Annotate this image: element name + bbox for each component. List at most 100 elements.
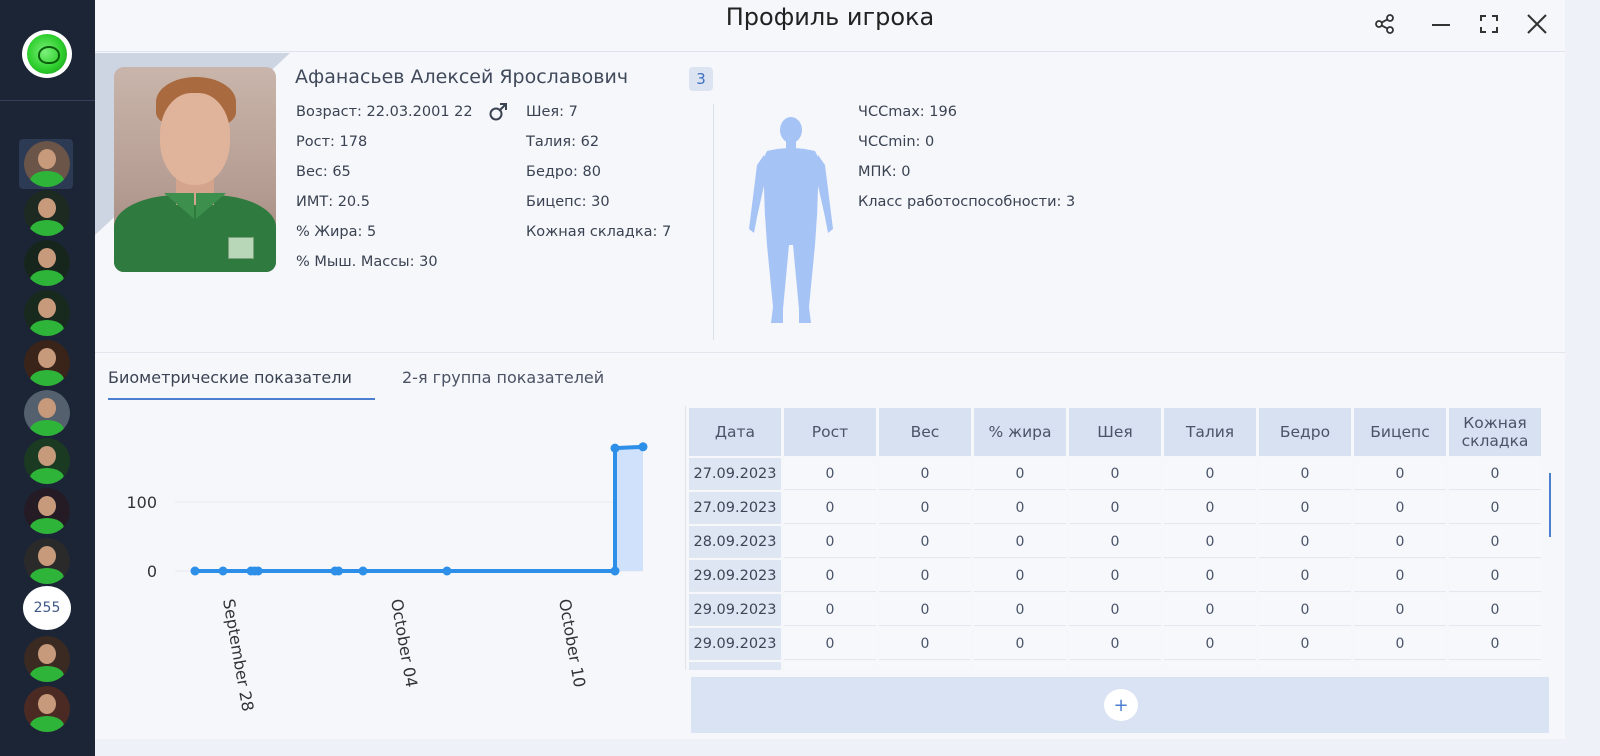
- logo-icon: [27, 34, 67, 74]
- table-row[interactable]: 29.09.2023 0 0 0 0 0 0 0 0: [689, 560, 1541, 592]
- y-tick-label: 100: [126, 493, 157, 512]
- table-row[interactable]: 27.09.2023 0 0 0 0 0 0 0 0: [689, 492, 1541, 524]
- fullscreen-icon[interactable]: [1475, 10, 1503, 38]
- share-icon[interactable]: [1371, 10, 1399, 38]
- table-row[interactable]: 29.09.2023 0 0 0 0 0 0 0 0: [689, 628, 1541, 660]
- avatar-icon: [24, 488, 70, 534]
- table-cell: [1164, 662, 1256, 670]
- tab-biometrics[interactable]: Биометрические показатели: [108, 368, 352, 387]
- avatar-icon: [24, 390, 70, 436]
- tab-active-indicator: [108, 398, 375, 400]
- table-cell: 0: [784, 560, 876, 592]
- table-header-cell[interactable]: Бедро: [1259, 408, 1351, 456]
- level-badge: 3: [689, 67, 713, 91]
- player-count-badge[interactable]: 255: [23, 586, 71, 630]
- table-cell: 0: [1069, 458, 1161, 490]
- data-point: [610, 443, 620, 453]
- titlebar: Профиль игрока: [95, 0, 1565, 52]
- table-cell: [1069, 662, 1161, 670]
- sidebar-player-avatar[interactable]: [24, 390, 70, 436]
- close-icon[interactable]: [1523, 10, 1551, 38]
- table-cell: 0: [1069, 628, 1161, 660]
- sidebar-player-avatar[interactable]: [24, 240, 70, 286]
- table-header-cell[interactable]: Бицепс: [1354, 408, 1446, 456]
- table-cell: 0: [1164, 594, 1256, 626]
- sidebar-player-avatar[interactable]: [24, 636, 70, 682]
- table-cell: 0: [974, 526, 1066, 558]
- table-cell: 0: [1164, 560, 1256, 592]
- biometrics-table: Дата Рост Вес% жира Шея Талия Бедро Бицепс Кожн…: [686, 406, 1544, 670]
- sidebar-player-avatar[interactable]: [24, 438, 70, 484]
- sidebar-player-avatar[interactable]: [24, 190, 70, 236]
- avatar-icon: [24, 141, 70, 187]
- sidebar-player-avatar[interactable]: [24, 290, 70, 336]
- table-header-cell[interactable]: % жира: [974, 408, 1066, 456]
- table-cell: 0: [879, 526, 971, 558]
- table-cell: 0: [1449, 628, 1541, 660]
- x-tick-label: October 04: [387, 597, 421, 688]
- male-icon: [489, 103, 507, 121]
- data-point: [218, 566, 228, 576]
- data-point: [638, 442, 648, 452]
- table-cell: [879, 662, 971, 670]
- table-cell: 0: [1354, 628, 1446, 660]
- body-silhouette-icon: [749, 117, 833, 323]
- minimize-icon[interactable]: [1427, 10, 1455, 38]
- table-cell: 0: [1259, 628, 1351, 660]
- table-date-cell: 29.09.2023: [689, 594, 781, 626]
- stat-muscle: % Мыш. Массы: 30: [296, 254, 438, 270]
- add-row-button[interactable]: +: [1104, 689, 1138, 721]
- sidebar-player-avatar[interactable]: [24, 538, 70, 584]
- table-cell: 0: [1449, 492, 1541, 524]
- table-header-cell[interactable]: Рост: [784, 408, 876, 456]
- table-row[interactable]: 29.09.2023 0 0 0 0 0 0 0 0: [689, 594, 1541, 626]
- stat-bmi: ИМТ: 20.5: [296, 194, 370, 210]
- table-cell: 0: [1354, 526, 1446, 558]
- table-cell: 0: [1259, 492, 1351, 524]
- table-cell: 0: [974, 628, 1066, 660]
- team-logo[interactable]: [22, 30, 72, 78]
- table-header-cell[interactable]: Кожная складка: [1449, 408, 1541, 456]
- table-header-cell[interactable]: Шея: [1069, 408, 1161, 456]
- table-cell: 0: [784, 628, 876, 660]
- biometrics-table-container[interactable]: Дата Рост Вес% жира Шея Талия Бедро Бицепс Кожн…: [685, 406, 1555, 670]
- avatar-icon: [24, 686, 70, 732]
- table-cell: 0: [974, 594, 1066, 626]
- table-row[interactable]: 27.09.2023 0 0 0 0 0 0 0 0: [689, 458, 1541, 490]
- table-scrollbar[interactable]: [1549, 473, 1551, 537]
- table-date-cell: [689, 662, 781, 670]
- stat-vo2: МПК: 0: [858, 164, 911, 180]
- sidebar-player-avatar[interactable]: [24, 141, 70, 187]
- y-tick-label: 0: [147, 562, 157, 581]
- tab-second-group[interactable]: 2-я группа показателей: [402, 368, 604, 387]
- avatar-icon: [24, 340, 70, 386]
- sidebar-player-avatar[interactable]: [24, 340, 70, 386]
- table-cell: 0: [1259, 560, 1351, 592]
- table-header-cell[interactable]: Талия: [1164, 408, 1256, 456]
- table-cell: 0: [784, 492, 876, 524]
- data-point: [442, 566, 452, 576]
- table-cell: 0: [1259, 594, 1351, 626]
- table-header-cell[interactable]: Дата: [689, 408, 781, 456]
- table-row[interactable]: 28.09.2023 0 0 0 0 0 0 0 0: [689, 526, 1541, 558]
- x-tick-label: October 10: [555, 597, 589, 688]
- player-name: Афанасьев Алексей Ярославович: [295, 66, 629, 88]
- table-cell: 0: [879, 628, 971, 660]
- table-cell: [784, 662, 876, 670]
- table-cell: 0: [1164, 526, 1256, 558]
- sidebar-player-avatar[interactable]: [24, 488, 70, 534]
- table-cell: 0: [1164, 628, 1256, 660]
- table-cell: 0: [1069, 526, 1161, 558]
- table-cell: 0: [1164, 492, 1256, 524]
- table-cell: [1259, 662, 1351, 670]
- table-header-cell[interactable]: Вес: [879, 408, 971, 456]
- table-date-cell: 28.09.2023: [689, 526, 781, 558]
- stat-age: Возраст: 22.03.2001 22: [296, 104, 473, 120]
- table-row[interactable]: [689, 662, 1541, 670]
- series-area: [615, 446, 643, 571]
- stat-height: Рост: 178: [296, 134, 368, 150]
- avatar-icon: [24, 240, 70, 286]
- table-cell: 0: [1449, 526, 1541, 558]
- table-cell: 0: [784, 526, 876, 558]
- sidebar-player-avatar[interactable]: [24, 686, 70, 732]
